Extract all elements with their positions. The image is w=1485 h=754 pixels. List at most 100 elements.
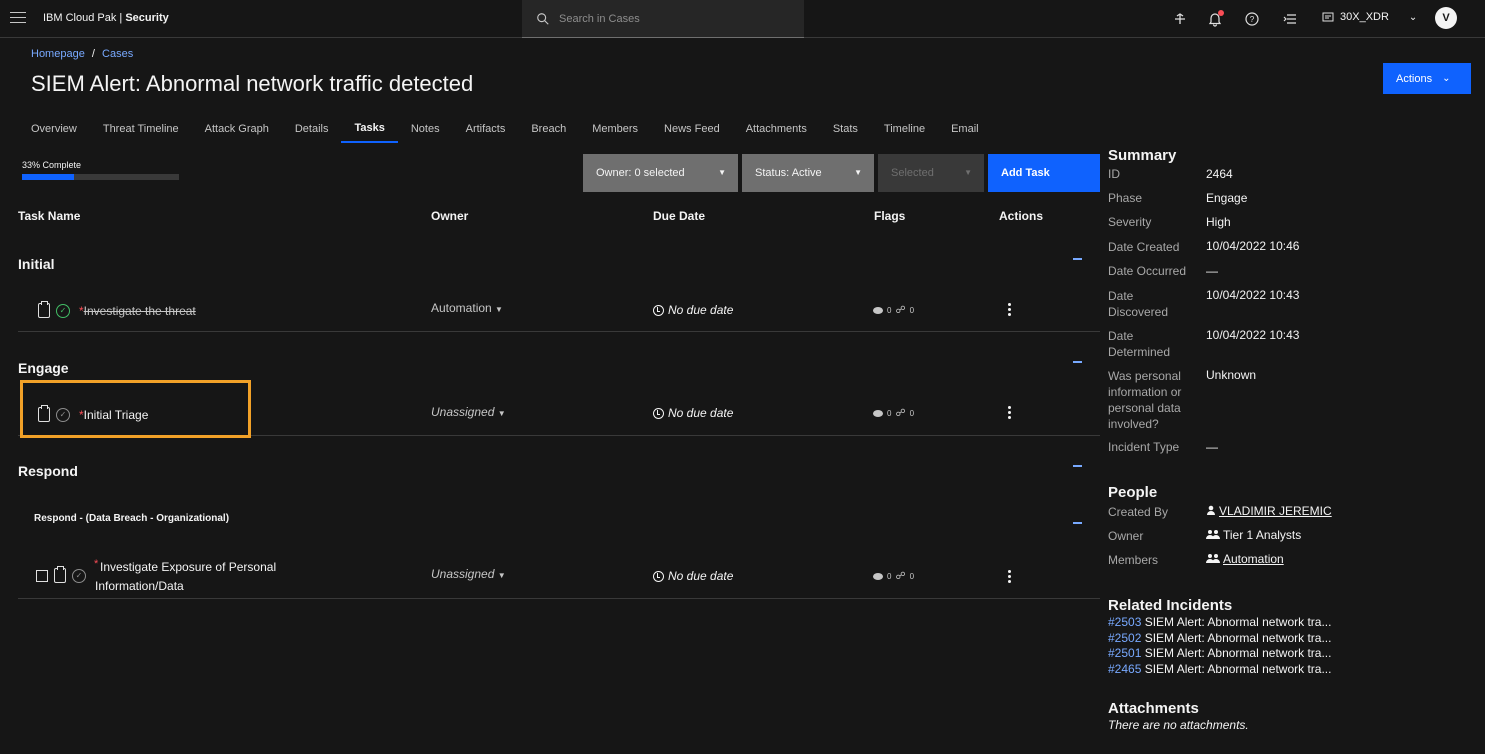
- attachment-icon[interactable]: ☍: [895, 305, 905, 316]
- incident-number[interactable]: #2503: [1108, 615, 1141, 629]
- column-header-owner[interactable]: Owner: [431, 209, 468, 223]
- collapse-respond-icon[interactable]: [1073, 465, 1082, 467]
- switcher-icon[interactable]: [1280, 9, 1300, 29]
- column-header-due-date[interactable]: Due Date: [653, 209, 705, 223]
- task-icons: ✓: [38, 301, 70, 318]
- user-avatar[interactable]: V: [1435, 7, 1457, 29]
- comment-icon[interactable]: [873, 307, 883, 314]
- required-marker: *: [94, 558, 99, 570]
- incident-number[interactable]: #2502: [1108, 631, 1141, 645]
- owner-filter-dropdown[interactable]: Owner: 0 selected ▼: [583, 154, 738, 192]
- owner-dropdown[interactable]: Automation ▼: [431, 301, 503, 315]
- actions-button[interactable]: Actions ⌄: [1383, 63, 1471, 94]
- brand-title[interactable]: IBM Cloud Pak | Security: [43, 12, 169, 24]
- group-icon: [1206, 554, 1220, 563]
- collapse-initial-icon[interactable]: [1073, 258, 1082, 260]
- task-name-line2: Information/Data: [95, 579, 184, 593]
- summary-date-occurred-key: Date Occurred: [1108, 264, 1187, 278]
- tab-members[interactable]: Members: [579, 115, 651, 143]
- attachment-icon[interactable]: ☍: [895, 571, 905, 582]
- incident-number[interactable]: #2465: [1108, 662, 1141, 676]
- search-bar[interactable]: [522, 0, 804, 38]
- related-incident-item[interactable]: #2503 SIEM Alert: Abnormal network tra..…: [1108, 615, 1331, 631]
- status-filter-label: Status: Active: [755, 167, 822, 179]
- group-icon: [1206, 530, 1220, 539]
- clipboard-icon[interactable]: [38, 301, 50, 318]
- due-date-text: No due date: [668, 303, 734, 317]
- overflow-menu-icon[interactable]: [1008, 303, 1012, 318]
- related-incident-item[interactable]: #2502 SIEM Alert: Abnormal network tra..…: [1108, 631, 1331, 647]
- summary-id-key: ID: [1108, 167, 1120, 181]
- people-members-value[interactable]: Automation: [1206, 551, 1284, 567]
- breadcrumb-cases[interactable]: Cases: [102, 48, 133, 60]
- incident-title: SIEM Alert: Abnormal network tra...: [1141, 646, 1332, 661]
- owner-value: Unassigned: [431, 567, 495, 581]
- key-line: Date: [1108, 329, 1134, 343]
- owner-value: Automation: [431, 301, 492, 315]
- due-date[interactable]: No due date: [653, 406, 733, 420]
- tenant-selector[interactable]: 30X_XDR ⌄: [1322, 11, 1417, 23]
- status-filter-dropdown[interactable]: Status: Active ▼: [742, 154, 874, 192]
- tab-overview[interactable]: Overview: [18, 115, 90, 143]
- tab-notes[interactable]: Notes: [398, 115, 453, 143]
- notification-bell-icon[interactable]: [1205, 9, 1225, 29]
- due-date[interactable]: No due date: [653, 303, 733, 317]
- clock-icon: [653, 407, 664, 419]
- summary-incident-type-key: Incident Type: [1108, 440, 1180, 454]
- tab-threat-timeline[interactable]: Threat Timeline: [90, 115, 192, 143]
- selected-dropdown[interactable]: Selected ▼: [878, 154, 984, 192]
- pin-icon[interactable]: [1170, 9, 1190, 29]
- summary-severity-key: Severity: [1108, 215, 1152, 229]
- tab-artifacts[interactable]: Artifacts: [453, 115, 519, 143]
- clock-icon: [653, 570, 664, 582]
- hamburger-menu-icon[interactable]: [10, 12, 26, 26]
- people-owner-value[interactable]: Tier 1 Analysts: [1206, 527, 1301, 543]
- collapse-engage-icon[interactable]: [1073, 361, 1082, 363]
- clipboard-icon[interactable]: [54, 566, 66, 583]
- people-created-by-value[interactable]: VLADIMIR JEREMIC: [1206, 503, 1332, 519]
- attachment-icon[interactable]: ☍: [895, 408, 905, 419]
- tab-news-feed[interactable]: News Feed: [651, 115, 733, 143]
- task-icons: ✓: [36, 566, 86, 583]
- attachment-count: 0: [909, 409, 915, 418]
- breadcrumb-homepage[interactable]: Homepage: [31, 48, 85, 60]
- overflow-menu-icon[interactable]: [1008, 406, 1012, 421]
- attachment-count: 0: [909, 572, 915, 581]
- search-icon: [537, 13, 549, 25]
- no-attachments-text: There are no attachments.: [1108, 718, 1249, 732]
- related-incident-item[interactable]: #2501 SIEM Alert: Abnormal network tra..…: [1108, 646, 1331, 662]
- tab-attachments[interactable]: Attachments: [733, 115, 820, 143]
- created-by-name: VLADIMIR JEREMIC: [1219, 504, 1332, 518]
- summary-date-discovered-key: Date Discovered: [1108, 288, 1168, 320]
- add-task-button[interactable]: Add Task: [988, 154, 1100, 192]
- collapse-subgroup-icon[interactable]: [1073, 522, 1082, 524]
- tab-attack-graph[interactable]: Attack Graph: [192, 115, 282, 143]
- column-header-flags[interactable]: Flags: [874, 209, 905, 223]
- owner-filter-label: Owner: 0 selected: [596, 167, 685, 179]
- comment-icon[interactable]: [873, 410, 883, 417]
- task-checkbox[interactable]: [36, 569, 48, 582]
- completed-check-icon[interactable]: ✓: [56, 303, 70, 318]
- task-name-investigate-exposure[interactable]: * Investigate Exposure of Personal Informa…: [94, 558, 277, 596]
- tab-stats[interactable]: Stats: [820, 115, 871, 143]
- related-incident-item[interactable]: #2465 SIEM Alert: Abnormal network tra..…: [1108, 662, 1331, 678]
- search-input[interactable]: [559, 10, 789, 28]
- tab-details[interactable]: Details: [282, 115, 342, 143]
- task-name-line1: Investigate Exposure of Personal: [100, 560, 277, 574]
- owner-dropdown[interactable]: Unassigned ▼: [431, 567, 506, 581]
- tab-timeline[interactable]: Timeline: [871, 115, 938, 143]
- owner-dropdown[interactable]: Unassigned ▼: [431, 405, 506, 419]
- column-header-task-name[interactable]: Task Name: [18, 209, 80, 223]
- tab-breach[interactable]: Breach: [518, 115, 579, 143]
- incomplete-check-icon[interactable]: ✓: [72, 568, 86, 583]
- incident-number[interactable]: #2501: [1108, 646, 1141, 660]
- help-icon[interactable]: ?: [1242, 9, 1262, 29]
- comment-icon[interactable]: [873, 573, 883, 580]
- due-date-text: No due date: [668, 569, 734, 583]
- tab-tasks[interactable]: Tasks: [341, 115, 398, 143]
- attachments-heading: Attachments: [1108, 700, 1199, 717]
- tab-email[interactable]: Email: [938, 115, 992, 143]
- task-name-investigate-threat[interactable]: *Investigate the threat: [79, 302, 196, 321]
- overflow-menu-icon[interactable]: [1008, 570, 1012, 585]
- due-date[interactable]: No due date: [653, 569, 733, 583]
